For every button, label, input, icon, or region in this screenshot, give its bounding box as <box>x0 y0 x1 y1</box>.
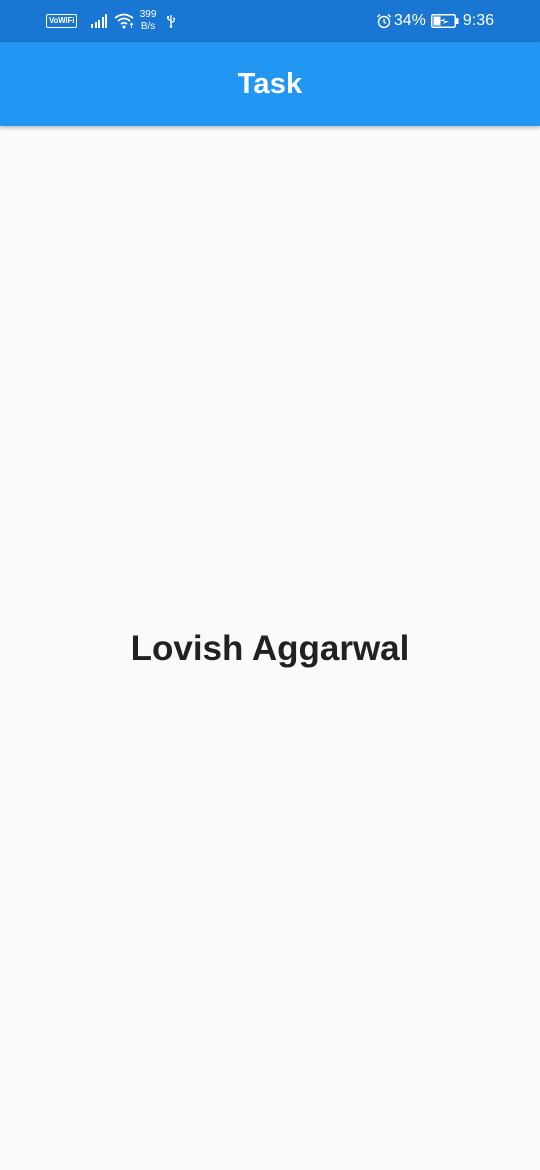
name-text: Lovish Aggarwal <box>130 629 410 668</box>
status-right-group: 34% 9:36 <box>376 0 494 42</box>
alarm-icon <box>376 13 391 29</box>
main-content: Lovish Aggarwal <box>0 126 540 1170</box>
network-speed-unit: B/s <box>140 21 156 32</box>
vowifi-icon: VoWiFi <box>46 14 78 28</box>
app-bar-title: Task <box>237 67 303 100</box>
network-speed: 399 B/s <box>140 9 157 33</box>
battery-percent: 34% <box>393 12 426 29</box>
network-speed-value: 399 <box>139 9 157 20</box>
wifi-icon <box>114 13 134 29</box>
status-left-group: VoWiFi 399 B/s <box>46 0 176 42</box>
clock-time: 9:36 <box>462 12 494 29</box>
status-bar: VoWiFi 399 B/s 34% 9:36 <box>0 0 540 42</box>
app-bar: Task <box>0 42 540 126</box>
battery-charging-icon <box>430 14 459 28</box>
usb-icon <box>167 15 176 28</box>
signal-icon <box>91 14 109 28</box>
